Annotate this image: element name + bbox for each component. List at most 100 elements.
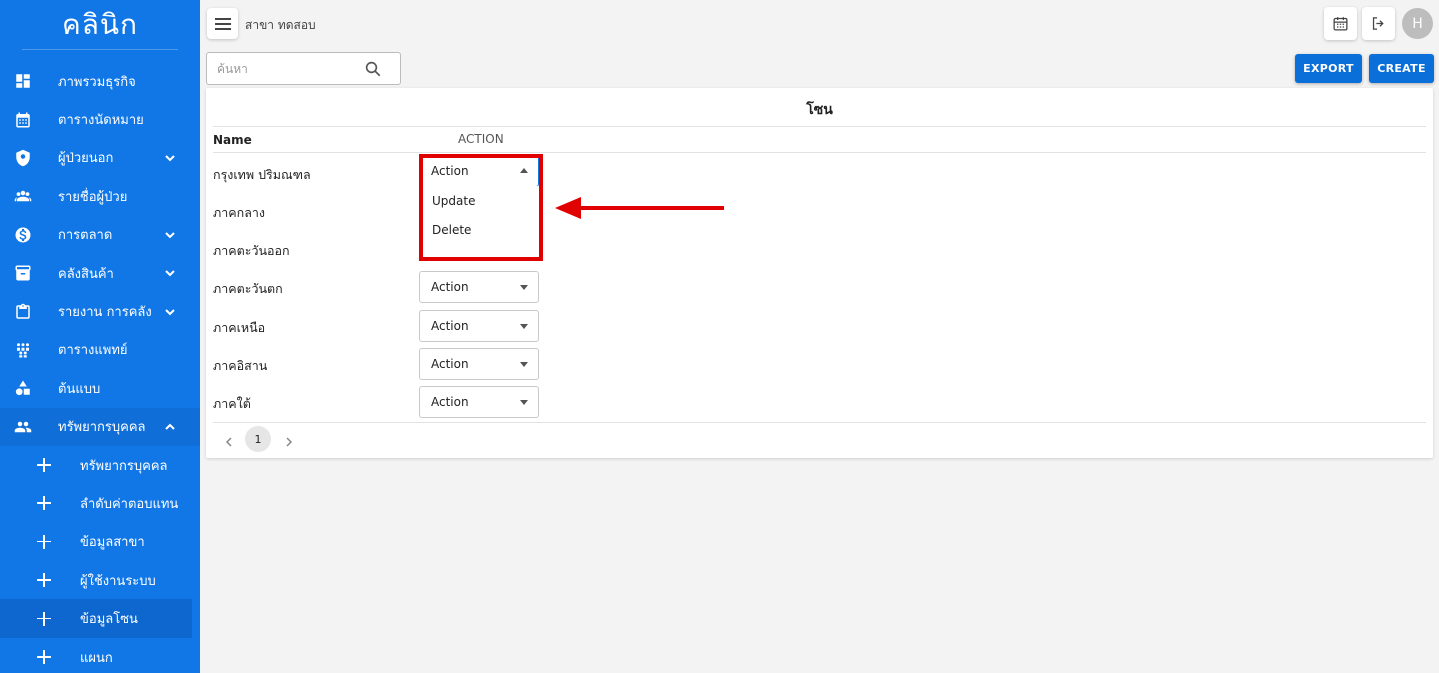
clipboard-icon	[14, 303, 32, 321]
chevron-down-icon	[164, 306, 176, 318]
plus-icon	[37, 458, 51, 473]
sidebar-item-label: ภาพรวมธุรกิจ	[58, 74, 136, 90]
action-select-value: Action	[431, 357, 469, 371]
sidebar-item-outpatient[interactable]: ผู้ป่วยนอก	[0, 139, 200, 177]
team-icon	[14, 341, 32, 359]
pagination-page[interactable]: 1	[245, 426, 271, 452]
table-title: โซน	[806, 102, 833, 118]
logout-button[interactable]	[1362, 7, 1395, 40]
action-select[interactable]: Action	[419, 155, 539, 187]
plus-icon	[37, 573, 51, 588]
sidebar-item-appointments[interactable]: ตารางนัดหมาย	[0, 100, 200, 138]
chevron-right-icon[interactable]	[282, 435, 296, 449]
sidebar-subitem-system-users[interactable]: ผู้ใช้งานระบบ	[0, 561, 200, 599]
calendar-icon	[14, 111, 32, 129]
sidebar-subitem-compensation[interactable]: ลำดับค่าตอบแทน	[0, 484, 200, 522]
annotation-arrow-icon	[555, 197, 724, 219]
avatar[interactable]: H	[1402, 8, 1433, 39]
table-row-name: ภาคตะวันตก	[213, 281, 283, 296]
caret-down-icon	[520, 362, 528, 367]
divider	[213, 126, 1426, 127]
sidebar-item-label: คลังสินค้า	[58, 266, 114, 282]
sidebar-item-label: ตารางนัดหมาย	[58, 113, 144, 129]
caret-down-icon	[520, 285, 528, 290]
action-select-value: Action	[431, 280, 469, 294]
action-select[interactable]: Action	[419, 386, 539, 418]
sidebar-subitem-zone-info[interactable]: ข้อมูลโซน	[0, 599, 192, 638]
sidebar-subitem-label: ลำดับค่าตอบแทน	[80, 496, 179, 512]
sidebar: คลินิก ภาพรวมธุรกิจ ตารางนัดหมาย ผู้ป่วย…	[0, 0, 200, 673]
sidebar-subitem-label: แผนก	[80, 650, 113, 666]
people-icon	[14, 418, 32, 436]
plus-icon	[37, 611, 51, 626]
patients-icon	[14, 187, 32, 205]
action-select-value: Action	[431, 395, 469, 409]
plus-icon	[37, 534, 51, 549]
sidebar-item-label: ต้นแบบ	[58, 381, 101, 397]
sidebar-item-label: ทรัพยากรบุคคล	[58, 420, 146, 436]
caret-down-icon	[520, 324, 528, 329]
action-select[interactable]: Action	[419, 348, 539, 380]
sidebar-item-finance-report[interactable]: รายงาน การคลัง	[0, 292, 200, 330]
sidebar-item-label: ตารางแพทย์	[58, 343, 128, 359]
action-select-value: Action	[431, 164, 469, 178]
sidebar-item-label: รายงาน การคลัง	[58, 305, 152, 321]
sidebar-subitem-department[interactable]: แผนก	[0, 638, 200, 673]
sidebar-subitem-hr[interactable]: ทรัพยากรบุคคล	[0, 446, 200, 484]
dollar-icon	[14, 226, 32, 244]
dashboard-icon	[14, 72, 32, 90]
action-select[interactable]: Action	[419, 271, 539, 303]
sidebar-subitem-branch-info[interactable]: ข้อมูลสาขา	[0, 523, 200, 561]
sidebar-subitem-label: ข้อมูลโซน	[80, 612, 138, 628]
action-select-value: Action	[431, 319, 469, 333]
menu-item-delete[interactable]: Delete	[420, 215, 538, 244]
sidebar-subitem-label: ผู้ใช้งานระบบ	[80, 573, 156, 589]
search-icon[interactable]	[364, 60, 382, 78]
table-row-name: ภาคตะวันออก	[213, 243, 290, 258]
column-header-action: ACTION	[458, 132, 504, 146]
export-button[interactable]: EXPORT	[1295, 54, 1362, 83]
sidebar-item-doctor-schedule[interactable]: ตารางแพทย์	[0, 331, 200, 369]
create-button[interactable]: CREATE	[1369, 54, 1434, 83]
zone-table-card: โซน Name ACTION กรุงเทพ ปริมณฑล Action U…	[206, 88, 1433, 458]
sidebar-item-label: ผู้ป่วยนอก	[58, 151, 114, 167]
sidebar-subitem-label: ทรัพยากรบุคคล	[80, 458, 168, 474]
topbar: สาขา ทดสอบ H	[200, 0, 1439, 48]
chevron-left-icon[interactable]	[222, 435, 236, 449]
chevron-down-icon	[164, 229, 176, 241]
sidebar-item-marketing[interactable]: การตลาด	[0, 216, 200, 254]
sidebar-subitem-label: ข้อมูลสาขา	[80, 535, 145, 551]
action-select[interactable]: Action	[419, 310, 539, 342]
sidebar-item-hr[interactable]: ทรัพยากรบุคคล	[0, 407, 200, 446]
chevron-down-icon	[164, 152, 176, 164]
menu-item-update[interactable]: Update	[420, 186, 538, 215]
table-row-name: ภาคอิสาน	[213, 358, 268, 373]
sidebar-nav: ภาพรวมธุรกิจ ตารางนัดหมาย ผู้ป่วยนอก ราย…	[0, 62, 200, 673]
divider	[213, 152, 1426, 153]
chevron-down-icon	[164, 267, 176, 279]
archive-icon	[14, 264, 32, 282]
menu-button[interactable]	[207, 8, 238, 39]
divider	[213, 422, 1426, 423]
branch-label: สาขา ทดสอบ	[245, 18, 316, 32]
plus-icon	[37, 496, 51, 511]
plus-icon	[37, 650, 51, 665]
calendar-icon	[1333, 17, 1348, 31]
sidebar-item-label: รายชื่อผู้ป่วย	[58, 189, 128, 205]
caret-down-icon	[520, 400, 528, 405]
search-box	[206, 52, 401, 85]
sidebar-item-dashboard[interactable]: ภาพรวมธุรกิจ	[0, 62, 200, 100]
sidebar-item-inventory[interactable]: คลังสินค้า	[0, 254, 200, 292]
sidebar-item-label: การตลาด	[58, 228, 113, 244]
logout-icon	[1372, 17, 1384, 30]
shield-icon	[14, 149, 32, 167]
column-header-name: Name	[213, 133, 252, 147]
brand-logo: คลินิก	[22, 0, 178, 50]
shapes-icon	[14, 379, 32, 397]
search-input[interactable]	[207, 53, 357, 84]
sidebar-item-templates[interactable]: ต้นแบบ	[0, 369, 200, 407]
calendar-button[interactable]	[1324, 7, 1357, 40]
chevron-up-icon	[164, 421, 176, 433]
sidebar-item-patients[interactable]: รายชื่อผู้ป่วย	[0, 177, 200, 215]
table-row-name: ภาคกลาง	[213, 205, 265, 220]
